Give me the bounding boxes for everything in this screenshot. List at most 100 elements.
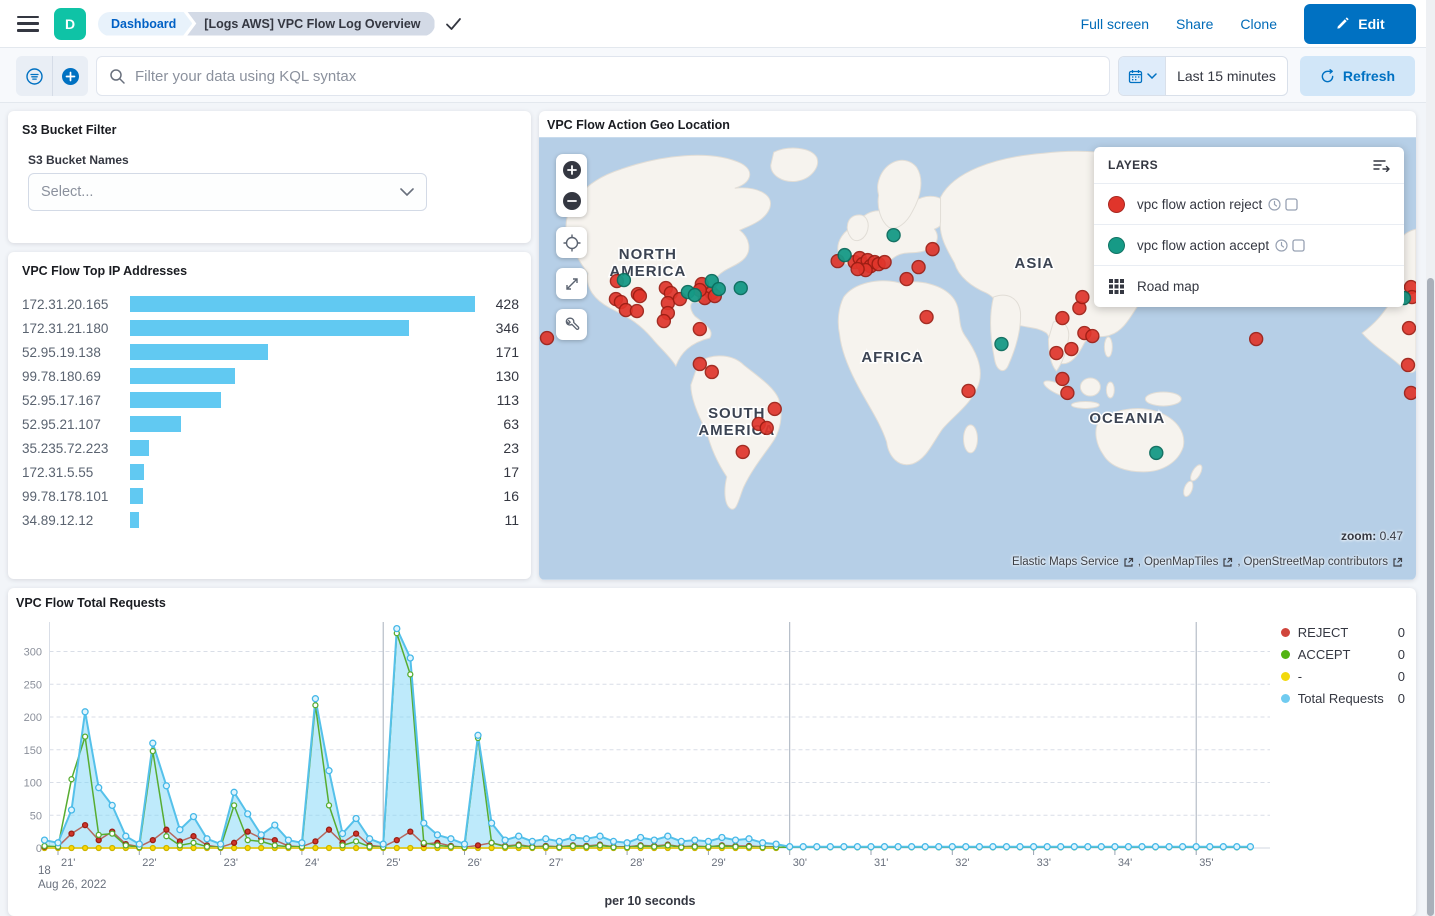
page-scrollbar[interactable] — [1426, 0, 1435, 916]
attribution-link[interactable]: OpenStreetMap contributors — [1244, 556, 1388, 568]
zoom-out-button[interactable] — [556, 186, 587, 218]
ip-bar[interactable] — [130, 368, 235, 384]
reject-geo-point[interactable] — [736, 445, 749, 458]
reject-geo-point[interactable] — [878, 256, 891, 269]
scrollbar-thumb[interactable] — [1427, 278, 1434, 916]
reject-geo-point[interactable] — [693, 358, 706, 371]
reject-geo-point[interactable] — [1065, 343, 1078, 356]
ip-bar[interactable] — [130, 464, 144, 480]
accept-geo-point[interactable] — [838, 249, 851, 262]
map-tools-button[interactable] — [556, 309, 587, 340]
accept-geo-point[interactable] — [688, 289, 701, 302]
visibility-checkbox-icon[interactable] — [1292, 239, 1305, 252]
share-button[interactable]: Share — [1176, 16, 1213, 32]
legend-item[interactable]: Total Requests0 — [1281, 687, 1405, 709]
edit-button[interactable]: Edit — [1304, 4, 1416, 44]
table-row[interactable]: 52.95.21.10763 — [22, 412, 519, 436]
s3-bucket-select[interactable]: Select... — [28, 173, 427, 211]
reject-geo-point[interactable] — [540, 332, 553, 345]
ip-bar[interactable] — [130, 296, 475, 312]
reject-geo-point[interactable] — [1250, 333, 1263, 346]
clone-button[interactable]: Clone — [1240, 16, 1277, 32]
time-range-value[interactable]: Last 15 minutes — [1166, 57, 1287, 95]
legend-item[interactable]: ACCEPT0 — [1281, 643, 1405, 665]
space-avatar[interactable]: D — [54, 8, 86, 40]
reject-geo-point[interactable] — [1050, 347, 1063, 360]
attribution-link[interactable]: Elastic Maps Service — [1012, 556, 1119, 568]
ip-bar[interactable] — [130, 512, 139, 528]
table-row[interactable]: 52.95.19.138171 — [22, 340, 519, 364]
accept-geo-point[interactable] — [887, 229, 900, 242]
table-row[interactable]: 99.78.178.10116 — [22, 484, 519, 508]
accept-geo-point[interactable] — [995, 338, 1008, 351]
accept-geo-point[interactable] — [712, 283, 725, 296]
layer-row-reject[interactable]: vpc flow action reject — [1094, 184, 1404, 225]
reject-geo-point[interactable] — [705, 365, 718, 378]
legend-item[interactable]: REJECT0 — [1281, 621, 1405, 643]
reject-geo-point[interactable] — [1402, 359, 1415, 372]
ip-bar[interactable] — [130, 416, 181, 432]
map-fullscreen-button[interactable] — [556, 268, 587, 299]
collapse-layers-icon[interactable] — [1373, 158, 1390, 172]
legend-label: ACCEPT — [1298, 647, 1351, 662]
fit-to-data-button[interactable] — [556, 227, 587, 258]
table-row[interactable]: 52.95.17.167113 — [22, 388, 519, 412]
table-row[interactable]: 35.235.72.22323 — [22, 436, 519, 460]
reject-geo-point[interactable] — [926, 243, 939, 256]
legend-item[interactable]: -0 — [1281, 665, 1405, 687]
add-filter-icon[interactable] — [52, 56, 88, 96]
accept-geo-point[interactable] — [734, 282, 747, 295]
full-screen-button[interactable]: Full screen — [1081, 16, 1149, 32]
reject-geo-point[interactable] — [900, 273, 913, 286]
reject-geo-point[interactable] — [920, 311, 933, 324]
visibility-checkbox-icon[interactable] — [1285, 198, 1298, 211]
ip-bar[interactable] — [130, 440, 149, 456]
reject-geo-point[interactable] — [630, 305, 643, 318]
reject-geo-point[interactable] — [633, 290, 646, 303]
reject-geo-point[interactable] — [768, 402, 781, 415]
search-icon — [109, 68, 126, 85]
table-row[interactable]: 34.89.12.1211 — [22, 508, 519, 532]
breadcrumb-dashboard[interactable]: Dashboard — [98, 12, 192, 36]
reject-geo-point[interactable] — [657, 315, 670, 328]
reject-geo-point[interactable] — [1056, 312, 1069, 325]
legend-label: - — [1298, 669, 1302, 684]
bar-track — [130, 344, 475, 360]
reject-geo-point[interactable] — [1403, 322, 1416, 335]
table-row[interactable]: 99.78.180.69130 — [22, 364, 519, 388]
total-requests-chart-panel: VPC Flow Total Requests 0501001502002503… — [8, 588, 1416, 916]
reject-geo-point[interactable] — [962, 384, 975, 397]
reject-geo-point[interactable] — [760, 421, 773, 434]
reject-geo-point[interactable] — [851, 263, 864, 276]
layer-row-accept[interactable]: vpc flow action accept — [1094, 225, 1404, 266]
table-row[interactable]: 172.31.21.180346 — [22, 316, 519, 340]
table-row[interactable]: 172.31.20.165428 — [22, 292, 519, 316]
table-row[interactable]: 172.31.5.5517 — [22, 460, 519, 484]
reject-geo-point[interactable] — [1061, 386, 1074, 399]
ip-bar[interactable] — [130, 488, 143, 504]
accept-geo-point[interactable] — [617, 274, 630, 287]
reject-geo-point[interactable] — [912, 261, 925, 274]
ip-bar[interactable] — [130, 392, 221, 408]
reject-geo-point[interactable] — [1076, 291, 1089, 304]
ip-bar[interactable] — [130, 320, 409, 336]
reject-geo-point[interactable] — [1056, 372, 1069, 385]
reject-geo-point[interactable] — [1086, 330, 1099, 343]
reject-geo-point[interactable] — [693, 323, 706, 336]
legend-value: 0 — [1384, 691, 1405, 706]
zoom-in-button[interactable] — [556, 154, 587, 186]
world-map[interactable]: NORTHAMERICASOUTHAMERICAAFRICAASIAOCEANI… — [539, 137, 1416, 580]
accept-geo-point[interactable] — [1150, 446, 1163, 459]
refresh-button[interactable]: Refresh — [1300, 56, 1415, 96]
chevron-down-icon — [1147, 73, 1157, 79]
ip-bar[interactable] — [130, 344, 268, 360]
saved-query-menu-icon[interactable] — [16, 56, 52, 96]
reject-geo-point[interactable] — [1405, 386, 1416, 399]
time-series-chart[interactable]: 05010015020025030021'22'23'24'25'26'27'2… — [8, 588, 1416, 916]
layer-row-roadmap[interactable]: Road map — [1094, 266, 1404, 307]
panel-title: S3 Bucket Filter — [22, 123, 517, 137]
search-input[interactable] — [135, 68, 1097, 85]
attribution-link[interactable]: OpenMapTiles — [1144, 556, 1218, 568]
hamburger-menu-icon[interactable] — [17, 16, 39, 32]
date-picker-button[interactable] — [1119, 57, 1166, 95]
